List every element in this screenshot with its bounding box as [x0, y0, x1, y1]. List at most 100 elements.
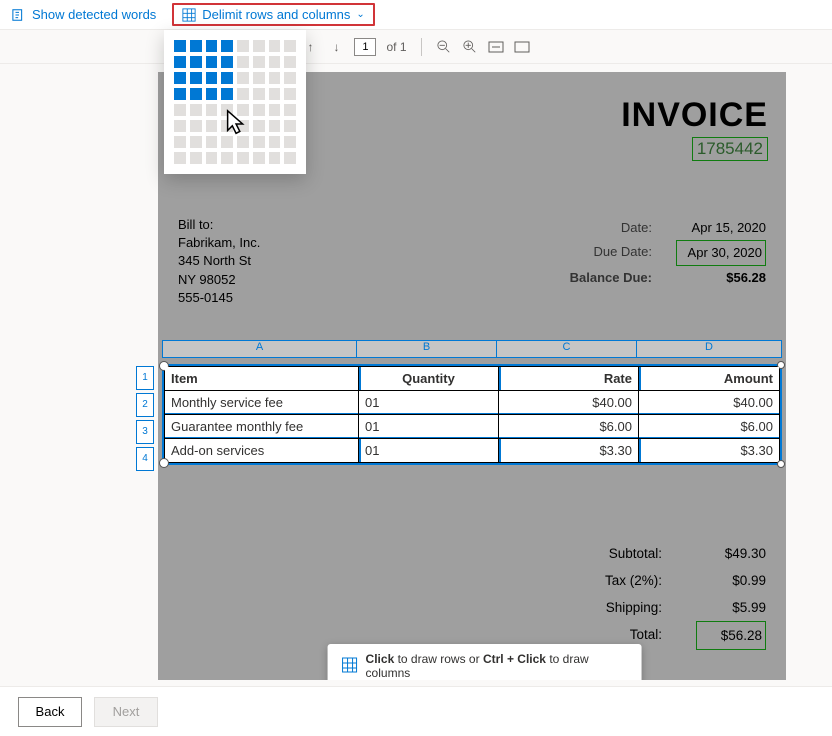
grid-picker-cell[interactable] [269, 120, 281, 132]
grid-picker-cell[interactable] [237, 88, 249, 100]
grid-picker-cell[interactable] [174, 120, 186, 132]
grid-picker-cell[interactable] [174, 56, 186, 68]
grid-picker-cell[interactable] [174, 152, 186, 164]
show-detected-words-button[interactable]: Show detected words [12, 7, 156, 22]
invoice-line-items-table[interactable]: Item Quantity Rate Amount Monthly servic… [162, 364, 782, 465]
column-letter-headers: A B C D [162, 340, 782, 358]
grid-picker-cell[interactable] [206, 72, 218, 84]
cell-rate: $40.00 [499, 391, 639, 415]
fit-page-icon[interactable] [514, 39, 530, 55]
page-of-label: of 1 [386, 40, 406, 54]
row-header-4[interactable]: 4 [136, 447, 154, 471]
col-header-c[interactable]: C [496, 340, 636, 358]
grid-picker-cell[interactable] [284, 40, 296, 52]
cell-item: Monthly service fee [165, 391, 359, 415]
row-header-3[interactable]: 3 [136, 420, 154, 444]
tax-value: $0.99 [696, 567, 766, 594]
grid-picker-cell[interactable] [269, 152, 281, 164]
due-date-value: Apr 30, 2020 [676, 240, 766, 266]
grid-picker-cell[interactable] [237, 56, 249, 68]
grid-picker-cell[interactable] [284, 120, 296, 132]
back-button[interactable]: Back [18, 697, 82, 727]
grid-picker-cell[interactable] [190, 72, 202, 84]
grid-picker-cell[interactable] [269, 72, 281, 84]
row-header-2[interactable]: 2 [136, 393, 154, 417]
grid-picker-cell[interactable] [237, 120, 249, 132]
grid-picker-cell[interactable] [190, 104, 202, 116]
grid-picker-cell[interactable] [221, 152, 233, 164]
arrow-down-icon[interactable]: ↓ [328, 39, 344, 55]
bill-to-street: 345 North St [178, 252, 260, 270]
grid-picker-cell[interactable] [253, 136, 265, 148]
grid-picker-cell[interactable] [190, 120, 202, 132]
table-header-row: Item Quantity Rate Amount [165, 367, 780, 391]
grid-picker-cell[interactable] [237, 136, 249, 148]
grid-picker-cell[interactable] [284, 88, 296, 100]
cell-rate: $6.00 [499, 415, 639, 439]
grid-picker-cell[interactable] [221, 72, 233, 84]
grid-size-picker[interactable] [164, 30, 306, 174]
grid-picker-cell[interactable] [206, 152, 218, 164]
grid-picker-cell[interactable] [174, 136, 186, 148]
grid-picker-cell[interactable] [221, 136, 233, 148]
grid-picker-cell[interactable] [206, 56, 218, 68]
grid-picker-cell[interactable] [174, 40, 186, 52]
col-header-a[interactable]: A [162, 340, 356, 358]
grid-picker-cell[interactable] [206, 136, 218, 148]
grid-picker-cell[interactable] [206, 104, 218, 116]
grid-picker-cell[interactable] [190, 136, 202, 148]
grid-picker-cell[interactable] [269, 104, 281, 116]
grid-picker-cell[interactable] [269, 88, 281, 100]
grid-picker-cell[interactable] [284, 136, 296, 148]
grid-picker-cell[interactable] [221, 104, 233, 116]
zoom-out-icon[interactable] [436, 39, 452, 55]
col-header-b[interactable]: B [356, 340, 496, 358]
grid-picker-cell[interactable] [221, 40, 233, 52]
grid-picker-cell[interactable] [269, 56, 281, 68]
grid-picker-cell[interactable] [237, 104, 249, 116]
grid-picker-cell[interactable] [237, 72, 249, 84]
grid-picker-cell[interactable] [284, 56, 296, 68]
grid-picker-cell[interactable] [253, 72, 265, 84]
grid-picker-cell[interactable] [206, 40, 218, 52]
grid-picker-cell[interactable] [174, 72, 186, 84]
grid-picker-cell[interactable] [237, 152, 249, 164]
grid-picker-cell[interactable] [269, 136, 281, 148]
grid-picker-cell[interactable] [253, 88, 265, 100]
grid-picker-cell[interactable] [190, 40, 202, 52]
grid-picker-cell[interactable] [253, 104, 265, 116]
col-header-d[interactable]: D [636, 340, 782, 358]
cell-amount: $6.00 [639, 415, 780, 439]
grid-picker-cell[interactable] [253, 56, 265, 68]
grid-picker-cell[interactable] [174, 88, 186, 100]
row-header-1[interactable]: 1 [136, 366, 154, 390]
zoom-in-icon[interactable] [462, 39, 478, 55]
fit-width-icon[interactable] [488, 39, 504, 55]
grid-picker-cell[interactable] [221, 120, 233, 132]
grid-picker-cell[interactable] [190, 88, 202, 100]
grid-picker-cell[interactable] [269, 40, 281, 52]
cell-qty: 01 [359, 439, 499, 463]
cell-amount: $40.00 [639, 391, 780, 415]
grid-picker-cell[interactable] [237, 40, 249, 52]
grid-picker-cell[interactable] [253, 40, 265, 52]
delimit-rows-columns-button[interactable]: Delimit rows and columns ⌄ [182, 7, 365, 22]
invoice-meta: Date:Apr 15, 2020 Due Date:Apr 30, 2020 … [570, 216, 766, 290]
cell-item: Guarantee monthly fee [165, 415, 359, 439]
total-value: $56.28 [696, 621, 766, 650]
grid-picker-cell[interactable] [190, 152, 202, 164]
grid-picker-cell[interactable] [284, 104, 296, 116]
grid-picker-cell[interactable] [206, 120, 218, 132]
grid-picker-cell[interactable] [190, 56, 202, 68]
grid-picker-cell[interactable] [253, 120, 265, 132]
bill-to-city: NY 98052 [178, 271, 260, 289]
grid-picker-cell[interactable] [221, 56, 233, 68]
page-number-input[interactable] [354, 38, 376, 56]
grid-picker-cell[interactable] [284, 72, 296, 84]
grid-picker-cell[interactable] [221, 88, 233, 100]
table-row: Guarantee monthly fee 01 $6.00 $6.00 [165, 415, 780, 439]
grid-picker-cell[interactable] [284, 152, 296, 164]
grid-picker-cell[interactable] [174, 104, 186, 116]
grid-picker-cell[interactable] [253, 152, 265, 164]
grid-picker-cell[interactable] [206, 88, 218, 100]
